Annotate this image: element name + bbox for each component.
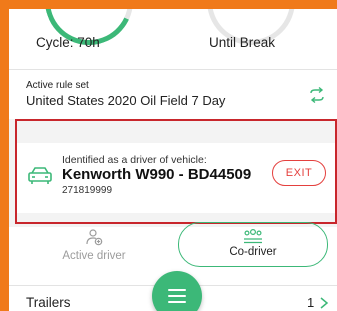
co-driver-option[interactable]: Co-driver <box>178 222 328 267</box>
frame-left-border <box>0 0 9 311</box>
swap-arrows-icon[interactable] <box>307 85 327 105</box>
hamburger-icon <box>168 289 186 303</box>
co-driver-label: Co-driver <box>229 246 277 258</box>
active-driver-label: Active driver <box>62 250 126 262</box>
car-icon <box>28 167 52 184</box>
cycle-timer-label: Cycle: 70h <box>36 35 100 50</box>
exit-button[interactable]: EXIT <box>272 160 326 186</box>
group-icon <box>244 228 262 244</box>
vehicle-driver-card: Identified as a driver of vehicle: Kenwo… <box>15 119 337 224</box>
trailers-label: Trailers <box>26 295 71 310</box>
vehicle-driver-card-body: Identified as a driver of vehicle: Kenwo… <box>17 143 335 213</box>
break-timer-label: Until Break <box>209 35 276 50</box>
ruleset-value: United States 2020 Oil Field 7 Day <box>26 93 226 108</box>
divider <box>9 69 337 70</box>
menu-button[interactable] <box>152 271 202 311</box>
active-driver-option[interactable]: Active driver <box>49 228 139 268</box>
person-add-icon <box>86 229 103 246</box>
vehicle-id: 271819999 <box>62 185 113 196</box>
driver-identified-caption: Identified as a driver of vehicle: <box>62 154 207 166</box>
cycle-timer-dial <box>32 9 146 58</box>
vehicle-name: Kenworth W990 - BD44509 <box>62 166 252 183</box>
driver-panel: Cycle: 70h Until Break Active rule set U… <box>9 9 337 311</box>
trailers-count: 1 <box>307 295 315 310</box>
ruleset-caption: Active rule set <box>26 80 89 91</box>
frame-top-border <box>0 0 337 9</box>
chevron-right-icon <box>320 297 329 309</box>
